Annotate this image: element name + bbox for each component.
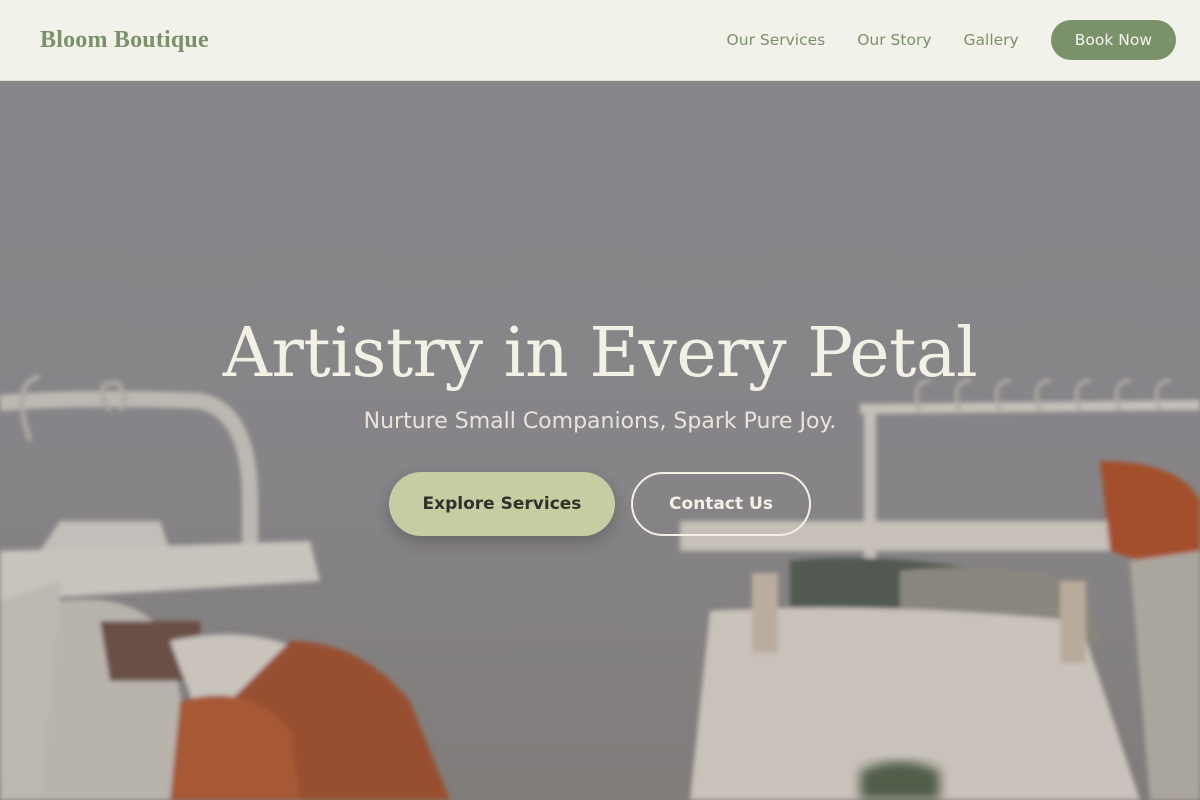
navbar: Bloom Boutique Our Services Our Story Ga… <box>0 0 1200 81</box>
nav-link-gallery[interactable]: Gallery <box>964 31 1019 49</box>
nav-link-our-services[interactable]: Our Services <box>727 31 826 49</box>
hero-title: Artistry in Every Petal <box>222 314 978 393</box>
hero-subtitle: Nurture Small Companions, Spark Pure Joy… <box>363 408 837 434</box>
hero-section: Artistry in Every Petal Nurture Small Co… <box>0 81 1200 800</box>
explore-services-button[interactable]: Explore Services <box>389 471 615 536</box>
book-now-button[interactable]: Book Now <box>1050 20 1176 60</box>
nav-link-our-story[interactable]: Our Story <box>857 31 931 49</box>
contact-us-button[interactable]: Contact Us <box>631 471 811 536</box>
hero-content: Artistry in Every Petal Nurture Small Co… <box>0 313 1200 536</box>
brand-logo[interactable]: Bloom Boutique <box>40 27 209 54</box>
hero-buttons: Explore Services Contact Us <box>0 471 1200 536</box>
nav-links: Our Services Our Story Gallery Book Now <box>727 20 1176 60</box>
